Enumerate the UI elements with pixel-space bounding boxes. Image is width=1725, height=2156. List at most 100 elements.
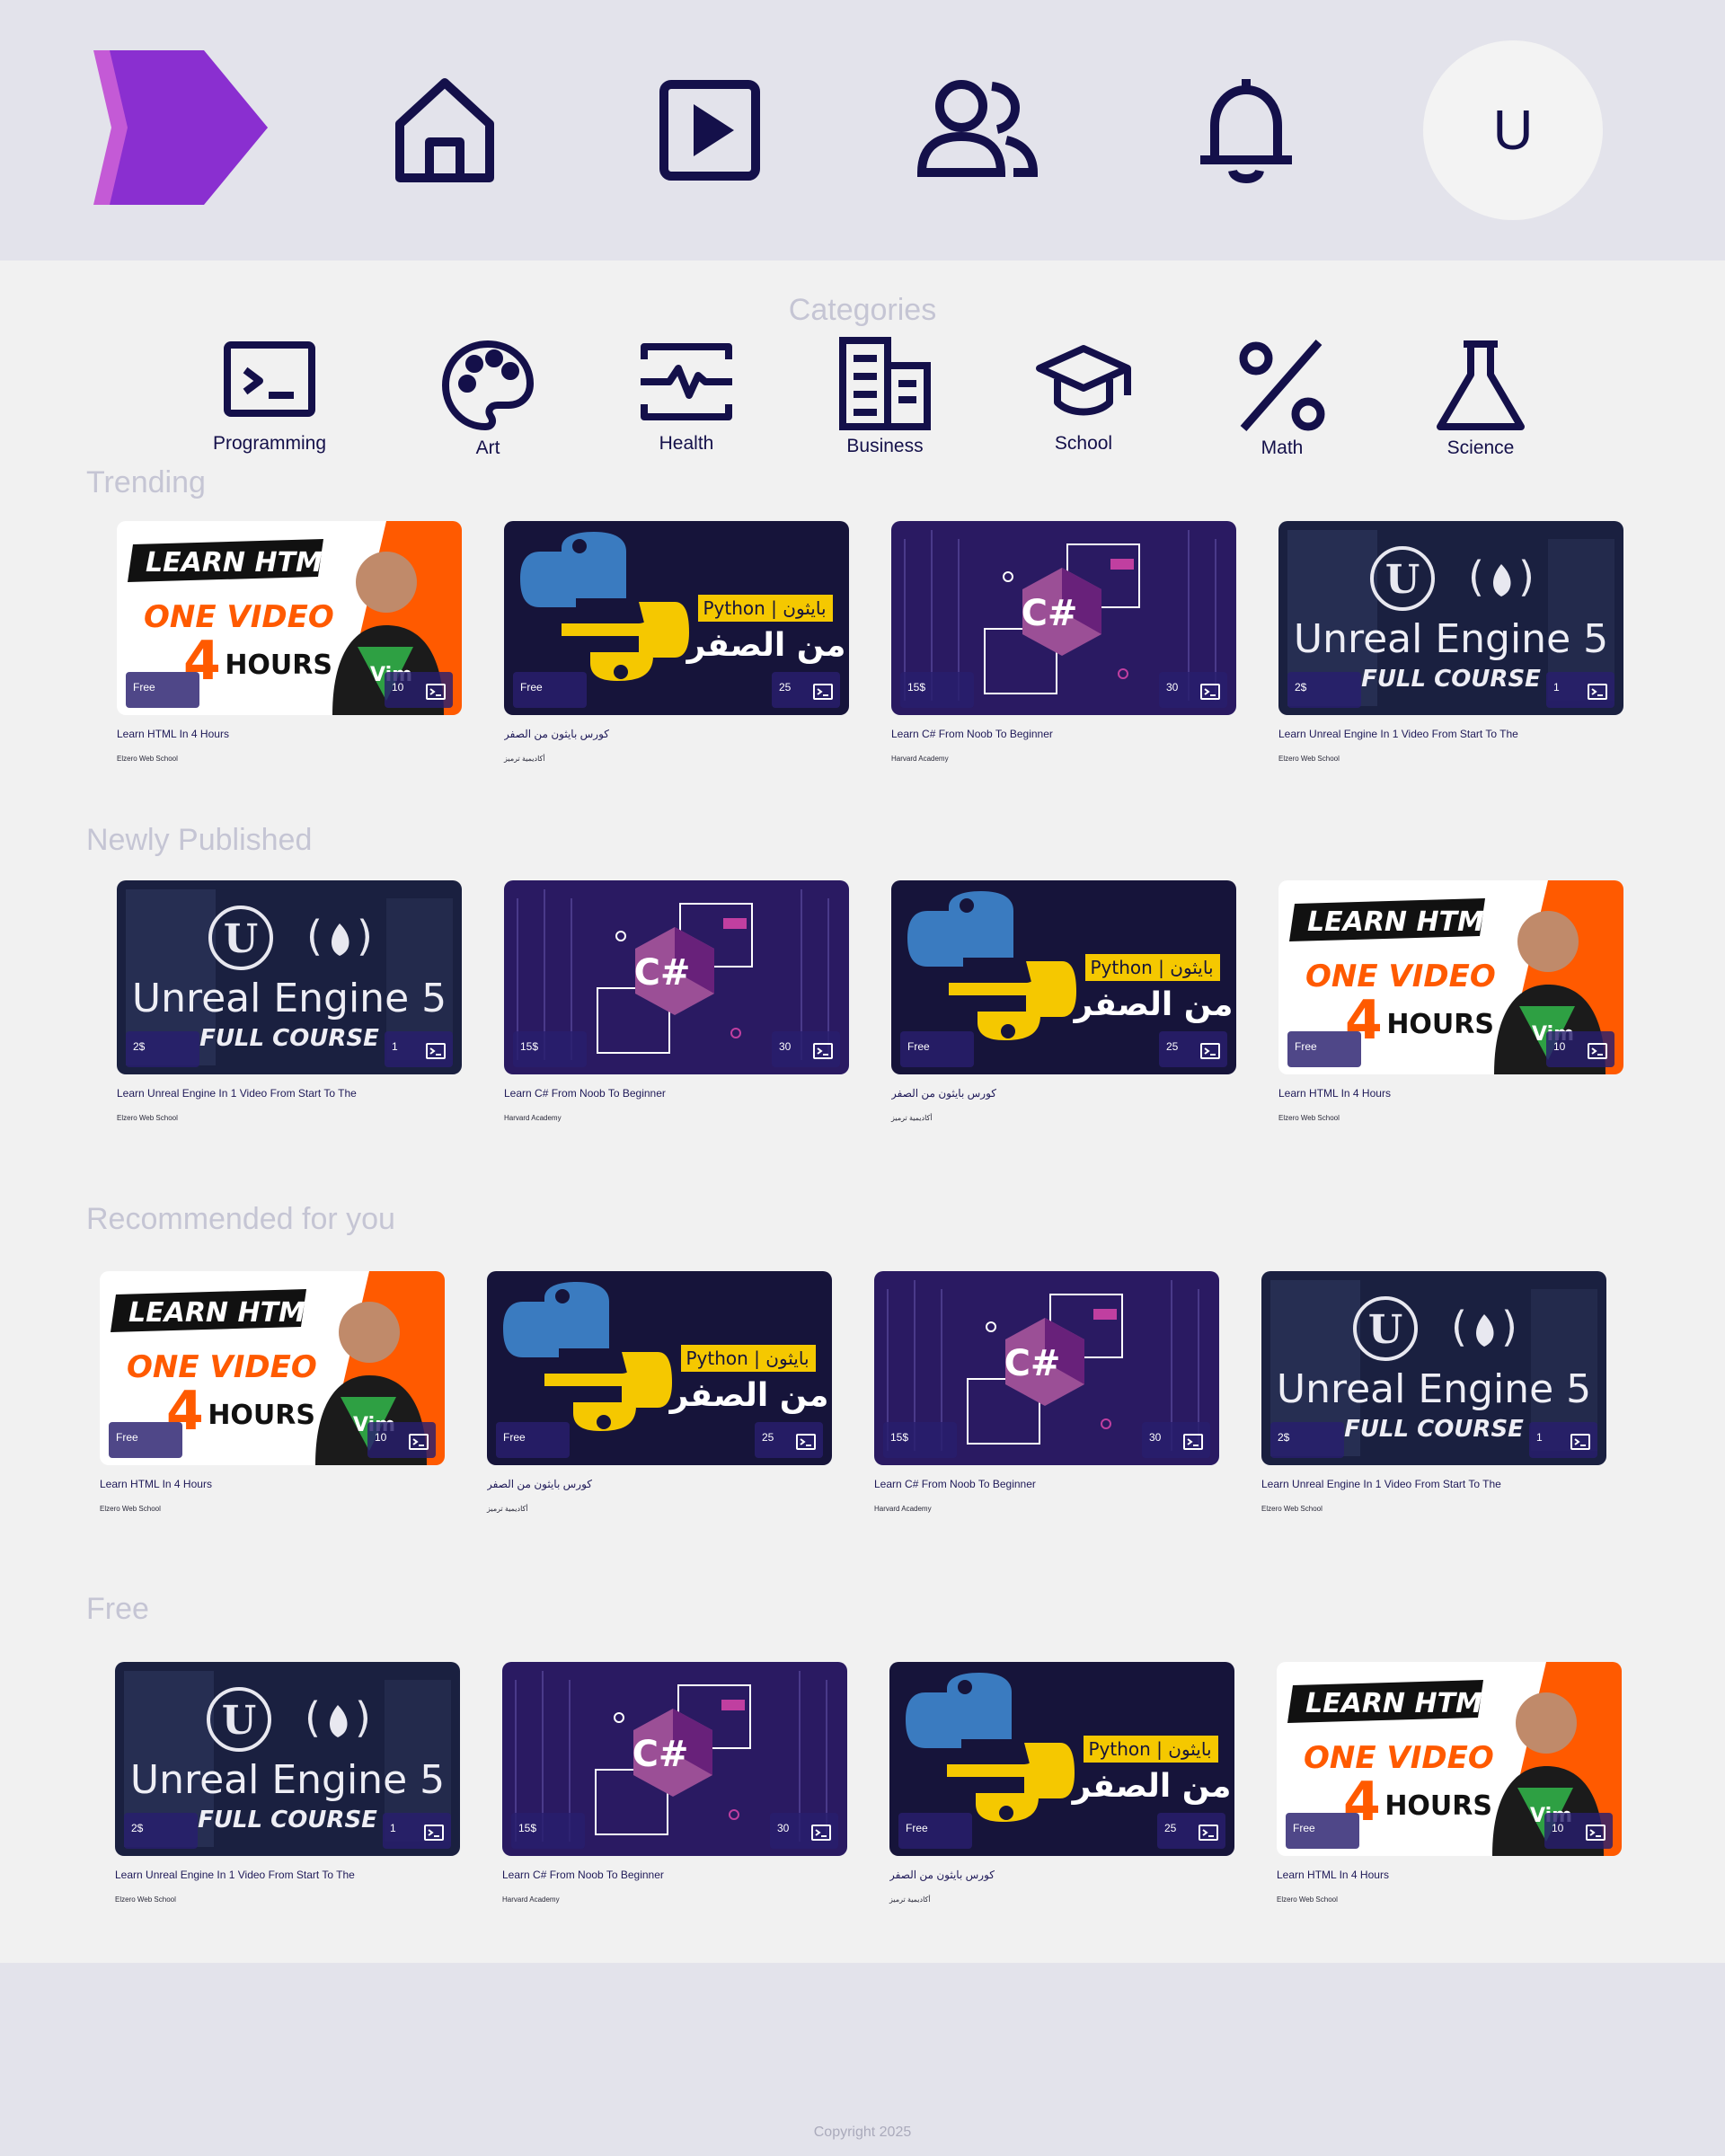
category-label: Math bbox=[1261, 437, 1304, 458]
course-card[interactable]: Python | بايثون من الصفر Free 25 كورس با… bbox=[504, 521, 849, 763]
unreal-thumb-line2: FULL COURSE bbox=[1344, 1416, 1524, 1443]
course-title[interactable]: كورس بايثون من الصفر bbox=[504, 728, 849, 740]
category-programming[interactable]: Programming bbox=[180, 332, 359, 455]
lessons-badge: 1 bbox=[383, 1813, 451, 1849]
svg-text:): ) bbox=[1518, 552, 1535, 601]
course-author: Harvard Academy bbox=[504, 1114, 562, 1122]
course-card[interactable]: LEARN HTML ONE VIDEO HOURS 4 Vim Free 10… bbox=[100, 1271, 445, 1513]
lessons-badge: 30 bbox=[770, 1813, 838, 1849]
course-thumbnail[interactable]: C# 15$ 30 bbox=[874, 1271, 1219, 1465]
course-thumbnail[interactable]: LEARN HTML ONE VIDEO HOURS 4 Vim Free 10 bbox=[117, 521, 462, 715]
course-author: Elzero Web School bbox=[100, 1505, 161, 1513]
course-card[interactable]: Python | بايثون من الصفر Free 25 كورس با… bbox=[891, 880, 1236, 1122]
course-card[interactable]: LEARN HTML ONE VIDEO HOURS 4 Vim Free 10… bbox=[1277, 1662, 1622, 1904]
price-badge: 15$ bbox=[883, 1422, 957, 1458]
course-author: Elzero Web School bbox=[117, 1114, 178, 1122]
category-art[interactable]: Art bbox=[398, 337, 578, 459]
course-thumbnail[interactable]: LEARN HTML ONE VIDEO HOURS 4 Vim Free 10 bbox=[1277, 1662, 1622, 1856]
course-title[interactable]: Learn HTML In 4 Hours bbox=[1278, 1087, 1623, 1100]
category-math[interactable]: Math bbox=[1192, 337, 1372, 459]
lessons-badge: 10 bbox=[367, 1422, 436, 1458]
course-thumbnail[interactable]: Python | بايثون من الصفر Free 25 bbox=[504, 521, 849, 715]
course-card[interactable]: LEARN HTML ONE VIDEO HOURS 4 Vim Free 10… bbox=[117, 521, 462, 763]
flask-icon bbox=[1437, 340, 1525, 430]
play-icon[interactable] bbox=[651, 72, 768, 189]
course-card[interactable]: Python | بايثون من الصفر Free 25 كورس با… bbox=[487, 1271, 832, 1513]
unreal-thumb-line2: FULL COURSE bbox=[199, 1025, 379, 1052]
course-card[interactable]: U ( ) Unreal Engine 5 FULL COURSE 2$ 1 L… bbox=[117, 880, 462, 1122]
course-thumbnail[interactable]: Python | بايثون من الصفر Free 25 bbox=[487, 1271, 832, 1465]
course-thumbnail[interactable]: U ( ) Unreal Engine 5 FULL COURSE 2$ 1 bbox=[115, 1662, 460, 1856]
course-thumbnail[interactable]: C# 15$ 30 bbox=[891, 521, 1236, 715]
unreal-thumb-line1: Unreal Engine 5 bbox=[1294, 616, 1608, 662]
logo-icon[interactable] bbox=[83, 50, 271, 208]
unreal-thumb-line2: FULL COURSE bbox=[198, 1807, 377, 1833]
user-avatar[interactable]: U bbox=[1423, 40, 1603, 220]
course-thumbnail[interactable]: C# 15$ 30 bbox=[504, 880, 849, 1074]
terminal-icon bbox=[1200, 684, 1220, 700]
course-title[interactable]: Learn Unreal Engine In 1 Video From Star… bbox=[1278, 728, 1623, 740]
graduation-cap-icon bbox=[1036, 345, 1131, 416]
course-thumbnail[interactable]: C# 15$ 30 bbox=[502, 1662, 847, 1856]
course-title[interactable]: Learn C# From Noob To Beginner bbox=[504, 1087, 849, 1100]
course-thumbnail[interactable]: LEARN HTML ONE VIDEO HOURS 4 Vim Free 10 bbox=[1278, 880, 1623, 1074]
course-card[interactable]: U ( ) Unreal Engine 5 FULL COURSE 2$ 1 L… bbox=[1278, 521, 1623, 763]
course-title[interactable]: Learn HTML In 4 Hours bbox=[100, 1478, 445, 1490]
course-thumbnail[interactable]: Python | بايثون من الصفر Free 25 bbox=[891, 880, 1236, 1074]
course-title[interactable]: Learn Unreal Engine In 1 Video From Star… bbox=[115, 1869, 460, 1881]
unreal-thumb-logo: U bbox=[1385, 557, 1420, 603]
course-title[interactable]: Learn HTML In 4 Hours bbox=[117, 728, 462, 740]
course-author: أكاديمية ترميز bbox=[889, 1895, 931, 1904]
price-badge: 2$ bbox=[124, 1813, 198, 1849]
course-title[interactable]: كورس بايثون من الصفر bbox=[889, 1869, 1234, 1881]
category-label: Business bbox=[846, 436, 924, 456]
course-card[interactable]: C# 15$ 30 Learn C# From Noob To Beginner… bbox=[504, 880, 849, 1122]
course-title[interactable]: Learn Unreal Engine In 1 Video From Star… bbox=[117, 1087, 462, 1100]
course-card[interactable]: U ( ) Unreal Engine 5 FULL COURSE 2$ 1 L… bbox=[1261, 1271, 1606, 1513]
terminal-icon bbox=[426, 1043, 446, 1059]
lessons-badge: 25 bbox=[772, 672, 840, 708]
section-title-free: Free bbox=[86, 1592, 149, 1626]
price-badge: 2$ bbox=[1270, 1422, 1344, 1458]
lessons-badge: 25 bbox=[755, 1422, 823, 1458]
course-title[interactable]: كورس بايثون من الصفر bbox=[891, 1087, 1236, 1100]
course-title[interactable]: Learn C# From Noob To Beginner bbox=[874, 1478, 1219, 1490]
course-card[interactable]: U ( ) Unreal Engine 5 FULL COURSE 2$ 1 L… bbox=[115, 1662, 460, 1904]
price-badge: 15$ bbox=[513, 1031, 587, 1067]
section-title-recommended: Recommended for you bbox=[86, 1202, 395, 1236]
course-thumbnail[interactable]: LEARN HTML ONE VIDEO HOURS 4 Vim Free 10 bbox=[100, 1271, 445, 1465]
csharp-thumb-logo: C# bbox=[634, 952, 691, 994]
course-card[interactable]: C# 15$ 30 Learn C# From Noob To Beginner… bbox=[874, 1271, 1219, 1513]
course-thumbnail[interactable]: U ( ) Unreal Engine 5 FULL COURSE 2$ 1 bbox=[1261, 1271, 1606, 1465]
course-thumbnail[interactable]: Python | بايثون من الصفر Free 25 bbox=[889, 1662, 1234, 1856]
course-thumbnail[interactable]: U ( ) Unreal Engine 5 FULL COURSE 2$ 1 bbox=[117, 880, 462, 1074]
category-school[interactable]: School bbox=[994, 332, 1173, 455]
category-label: Art bbox=[475, 437, 500, 458]
course-card[interactable]: C# 15$ 30 Learn C# From Noob To Beginner… bbox=[502, 1662, 847, 1904]
svg-text:(: ( bbox=[1468, 552, 1484, 601]
lessons-count: 30 bbox=[779, 1040, 792, 1053]
lessons-count: 10 bbox=[392, 681, 404, 694]
course-title[interactable]: Learn Unreal Engine In 1 Video From Star… bbox=[1261, 1478, 1606, 1490]
course-card[interactable]: Python | بايثون من الصفر Free 25 كورس با… bbox=[889, 1662, 1234, 1904]
course-thumbnail[interactable]: U ( ) Unreal Engine 5 FULL COURSE 2$ 1 bbox=[1278, 521, 1623, 715]
course-card[interactable]: LEARN HTML ONE VIDEO HOURS 4 Vim Free 10… bbox=[1278, 880, 1623, 1122]
category-science[interactable]: Science bbox=[1391, 337, 1570, 459]
course-title[interactable]: Learn C# From Noob To Beginner bbox=[502, 1869, 847, 1881]
course-title[interactable]: كورس بايثون من الصفر bbox=[487, 1478, 832, 1490]
course-title[interactable]: Learn HTML In 4 Hours bbox=[1277, 1869, 1622, 1881]
html-thumb-line1: LEARN HTML bbox=[1305, 1688, 1499, 1719]
course-title[interactable]: Learn C# From Noob To Beginner bbox=[891, 728, 1236, 740]
price-badge: 15$ bbox=[511, 1813, 585, 1849]
course-card[interactable]: C# 15$ 30 Learn C# From Noob To Beginner… bbox=[891, 521, 1236, 763]
home-icon[interactable] bbox=[386, 72, 503, 189]
category-business[interactable]: Business bbox=[795, 335, 975, 457]
course-author: Elzero Web School bbox=[1261, 1505, 1322, 1513]
python-thumb-headline: من الصفر bbox=[1071, 1768, 1232, 1805]
price-badge: Free bbox=[898, 1813, 972, 1849]
palette-icon bbox=[441, 340, 535, 431]
bell-icon[interactable] bbox=[1188, 72, 1305, 189]
unreal-thumb-logo: U bbox=[224, 916, 258, 962]
users-icon[interactable] bbox=[915, 72, 1040, 189]
category-health[interactable]: Health bbox=[597, 332, 776, 455]
